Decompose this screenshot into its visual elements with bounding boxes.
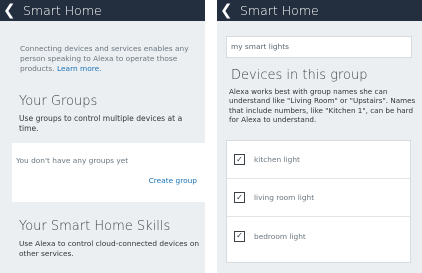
create-group-link[interactable]: Create group [149, 176, 197, 185]
devices-description: Alexa works best with group names she ca… [229, 87, 416, 124]
groups-description: Use groups to control multiple devices a… [19, 114, 183, 133]
skills-description: Use Alexa to control cloud-connected dev… [19, 239, 200, 258]
checkbox-checked-icon[interactable]: ✓ [234, 230, 245, 242]
devices-heading: Devices in this group [231, 68, 368, 83]
groups-heading: Your Groups [19, 94, 98, 109]
page-title: Smart Home [240, 3, 319, 18]
smart-home-screen: ❮ Smart Home Connecting devices and serv… [0, 0, 205, 273]
intro-text: Connecting devices and services enables … [20, 44, 200, 73]
page-title: Smart Home [23, 3, 102, 18]
empty-groups-message: You don't have any groups yet [16, 156, 129, 165]
create-group-screen: ❮ Smart Home my smart lights Devices in … [217, 0, 422, 273]
device-row-living-room-light[interactable]: ✓ living room light [227, 179, 410, 217]
device-row-kitchen-light[interactable]: ✓ kitchen light [227, 141, 410, 179]
group-name-input[interactable]: my smart lights [226, 36, 412, 58]
device-list: ✓ kitchen light ✓ living room light ✓ be… [226, 140, 411, 263]
checkbox-checked-icon[interactable]: ✓ [234, 154, 245, 165]
intro-body: Connecting devices and services enables … [20, 44, 189, 73]
device-label: bedroom light [254, 231, 306, 241]
back-chevron-icon[interactable]: ❮ [3, 3, 16, 18]
back-chevron-icon[interactable]: ❮ [220, 3, 233, 18]
skills-heading: Your Smart Home Skills [19, 219, 171, 234]
device-label: living room light [254, 193, 315, 202]
device-row-bedroom-light[interactable]: ✓ bedroom light [227, 217, 410, 255]
groups-card: You don't have any groups yet Create gro… [12, 143, 205, 202]
top-bar: ❮ Smart Home [217, 0, 422, 21]
checkbox-checked-icon[interactable]: ✓ [234, 192, 245, 203]
learn-more-link[interactable]: Learn more. [57, 64, 102, 73]
top-bar: ❮ Smart Home [0, 0, 205, 21]
device-label: kitchen light [254, 155, 300, 164]
